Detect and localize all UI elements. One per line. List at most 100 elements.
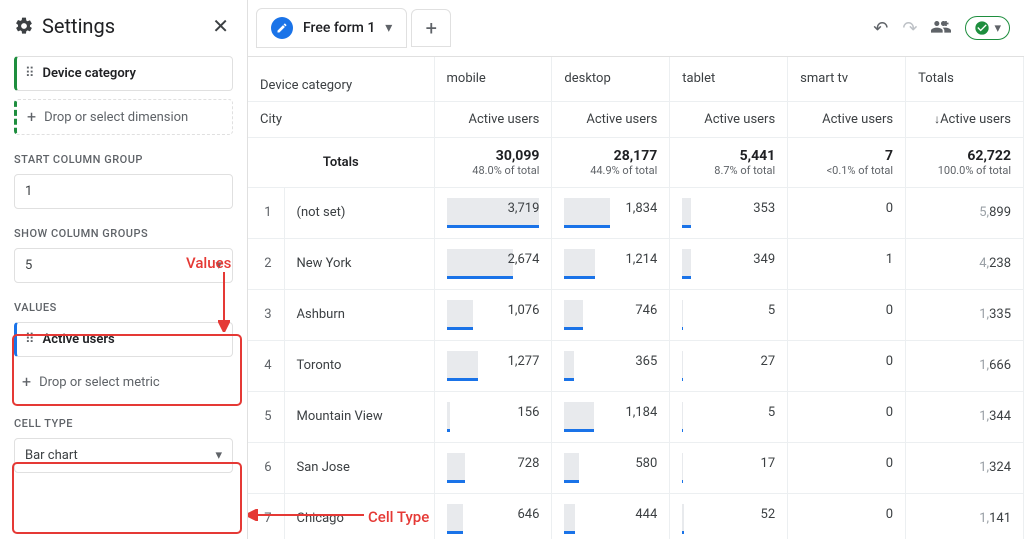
undo-icon[interactable]: ↶: [873, 18, 888, 39]
plus-icon: +: [22, 374, 31, 390]
city-cell: Chicago: [284, 493, 434, 539]
start-column-group-input[interactable]: 1: [14, 174, 233, 209]
metric-cell: 580: [552, 442, 670, 493]
row-index: 3: [248, 289, 284, 340]
metric-cell: 5: [670, 391, 788, 442]
row-total: 1,666: [906, 340, 1024, 391]
city-cell: Ashburn: [284, 289, 434, 340]
table-row[interactable]: 7Chicago6464445201,141: [248, 493, 1024, 539]
row-total: 1,324: [906, 442, 1024, 493]
metric-cell: 2,674: [434, 238, 552, 289]
row-total: 4,238: [906, 238, 1024, 289]
metric-cell: 3,719: [434, 187, 552, 238]
metric-cell: 1,076: [434, 289, 552, 340]
values-section-label: VALUES: [14, 301, 233, 314]
column-header[interactable]: smart tv: [788, 57, 906, 101]
share-icon[interactable]: [931, 16, 951, 41]
totals-row-label: Totals: [248, 137, 434, 187]
metric-header[interactable]: Active users: [788, 101, 906, 137]
table-row[interactable]: 3Ashburn1,076746501,335: [248, 289, 1024, 340]
row-total: 5,899: [906, 187, 1024, 238]
metric-cell: 1,277: [434, 340, 552, 391]
chip-label: Device category: [43, 66, 136, 81]
check-circle-icon: [974, 20, 990, 36]
metric-cell: 0: [788, 340, 906, 391]
report-canvas: Free form 1 ▾ + ↶ ↷ ▾: [248, 0, 1024, 539]
table-row[interactable]: 6San Jose7285801701,324: [248, 442, 1024, 493]
drop-label: Drop or select metric: [39, 375, 160, 390]
row-index: 6: [248, 442, 284, 493]
chevron-down-icon[interactable]: ▾: [385, 20, 392, 36]
cell-type-label: CELL TYPE: [14, 417, 233, 430]
metric-cell: 746: [552, 289, 670, 340]
metric-header[interactable]: Active users: [670, 101, 788, 137]
drop-label: Drop or select dimension: [44, 110, 188, 125]
metric-cell: 156: [434, 391, 552, 442]
table-row[interactable]: 1(not set)3,7191,83435305,899: [248, 187, 1024, 238]
status-pill[interactable]: ▾: [965, 16, 1010, 40]
row-index: 4: [248, 340, 284, 391]
city-cell: New York: [284, 238, 434, 289]
row-index: 1: [248, 187, 284, 238]
city-cell: Toronto: [284, 340, 434, 391]
metric-cell: 1,214: [552, 238, 670, 289]
column-header[interactable]: tablet: [670, 57, 788, 101]
metric-cell: 365: [552, 340, 670, 391]
metric-chip-active-users[interactable]: ⠿ Active users: [14, 322, 233, 357]
metric-cell: 27: [670, 340, 788, 391]
settings-title: Settings: [42, 14, 115, 38]
chevron-down-icon: ▾: [994, 21, 1001, 36]
add-tab-button[interactable]: +: [411, 9, 451, 47]
metric-cell: 0: [788, 493, 906, 539]
drop-dimension-slot[interactable]: + Drop or select dimension: [14, 99, 233, 135]
table-row[interactable]: 4Toronto1,2773652701,666: [248, 340, 1024, 391]
metric-cell: 5: [670, 289, 788, 340]
plus-icon: +: [27, 109, 36, 125]
column-header[interactable]: desktop: [552, 57, 670, 101]
metric-cell: 646: [434, 493, 552, 539]
metric-cell: 52: [670, 493, 788, 539]
drag-handle-icon: ⠿: [25, 332, 35, 347]
city-cell: Mountain View: [284, 391, 434, 442]
table-row[interactable]: 5Mountain View1561,184501,344: [248, 391, 1024, 442]
row-total: 1,141: [906, 493, 1024, 539]
metric-cell: 0: [788, 442, 906, 493]
corner-header-device: Device category: [248, 57, 434, 101]
redo-icon[interactable]: ↷: [902, 18, 917, 39]
column-header[interactable]: mobile: [434, 57, 552, 101]
show-column-groups-select[interactable]: 5 ▾: [14, 248, 233, 283]
metric-cell: 0: [788, 391, 906, 442]
gear-icon: [14, 16, 34, 36]
dimension-chip-device-category[interactable]: ⠿ Device category: [14, 56, 233, 91]
metric-cell: 349: [670, 238, 788, 289]
table-row[interactable]: 2New York2,6741,21434914,238: [248, 238, 1024, 289]
metric-cell: 1,184: [552, 391, 670, 442]
chip-label: Active users: [43, 332, 115, 347]
metric-cell: 0: [788, 289, 906, 340]
tab-free-form-1[interactable]: Free form 1 ▾: [256, 8, 407, 48]
metric-cell: 0: [788, 187, 906, 238]
chevron-down-icon: ▾: [215, 258, 222, 273]
chevron-down-icon: ▾: [215, 448, 222, 463]
metric-header[interactable]: Active users: [434, 101, 552, 137]
close-icon[interactable]: ✕: [208, 10, 233, 42]
column-header[interactable]: Totals: [906, 57, 1024, 101]
row-total: 1,335: [906, 289, 1024, 340]
exploration-table: Device category mobile desktop tablet sm…: [248, 57, 1024, 539]
pencil-icon: [271, 17, 293, 39]
metric-cell: 1,834: [552, 187, 670, 238]
city-cell: San Jose: [284, 442, 434, 493]
city-cell: (not set): [284, 187, 434, 238]
metric-cell: 444: [552, 493, 670, 539]
cell-type-select[interactable]: Bar chart ▾: [14, 438, 233, 473]
row-total: 1,344: [906, 391, 1024, 442]
settings-sidebar: Settings ✕ ⠿ Device category + Drop or s…: [0, 0, 248, 539]
row-index: 7: [248, 493, 284, 539]
metric-cell: 1: [788, 238, 906, 289]
drop-metric-slot[interactable]: + Drop or select metric: [14, 365, 233, 399]
corner-header-city: City: [248, 101, 434, 137]
metric-header-sorted[interactable]: ↓Active users: [906, 101, 1024, 137]
tab-label: Free form 1: [303, 20, 375, 36]
row-index: 5: [248, 391, 284, 442]
metric-header[interactable]: Active users: [552, 101, 670, 137]
